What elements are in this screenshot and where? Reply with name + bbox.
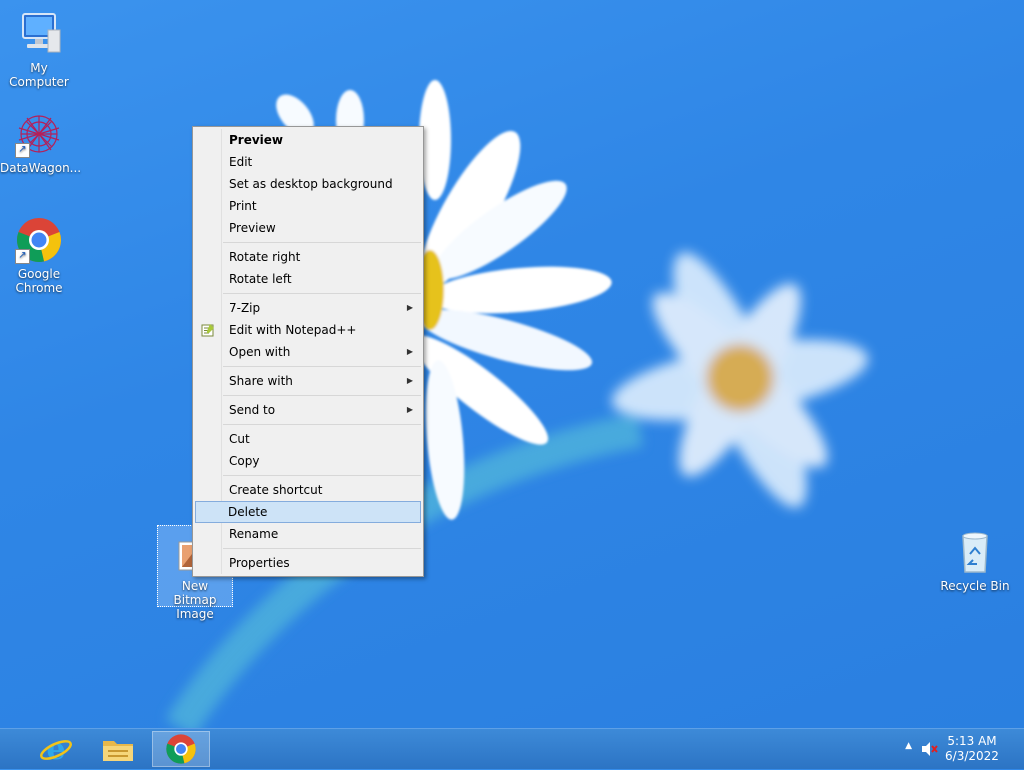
notepad-plus-icon [201, 324, 214, 337]
internet-explorer-icon: e [40, 732, 72, 767]
menu-separator [223, 424, 421, 425]
desktop-icon-recycle-bin[interactable]: Recycle Bin [936, 528, 1014, 593]
menu-item-edit-with-notepad-plus-plus[interactable]: Edit with Notepad++ [195, 319, 421, 341]
system-clock[interactable]: 5:13 AM 6/3/2022 [942, 734, 1002, 764]
menu-item-preview-default[interactable]: Preview [195, 129, 421, 151]
menu-item-label: Open with [229, 345, 291, 359]
show-hidden-icons-button[interactable]: ▲ [905, 741, 912, 751]
clock-date: 6/3/2022 [945, 749, 999, 763]
submenu-arrow-icon: ▶ [406, 376, 413, 385]
wallpaper [165, 80, 869, 728]
desktop-icon-label: My Computer [9, 61, 69, 89]
menu-item-rename[interactable]: Rename [195, 523, 421, 545]
menu-item-label: Share with [229, 374, 293, 388]
desktop-icon-my-computer[interactable]: My Computer [0, 10, 78, 89]
menu-item-copy[interactable]: Copy [195, 450, 421, 472]
menu-item-rotate-left[interactable]: Rotate left [195, 268, 421, 290]
taskbar-file-explorer[interactable] [90, 731, 146, 767]
menu-item-print[interactable]: Print [195, 195, 421, 217]
clock-time: 5:13 AM [947, 734, 997, 748]
menu-item-set-desktop-background[interactable]: Set as desktop background [195, 173, 421, 195]
submenu-arrow-icon: ▶ [406, 405, 413, 414]
chrome-icon: ↗ [15, 216, 63, 264]
menu-separator [223, 293, 421, 294]
menu-item-create-shortcut[interactable]: Create shortcut [195, 479, 421, 501]
taskbar-google-chrome[interactable] [152, 731, 210, 767]
menu-separator [223, 475, 421, 476]
menu-item-share-with[interactable]: Share with ▶ [195, 370, 421, 392]
desktop-icon-label: DataWagon... [0, 161, 82, 175]
svg-text:e: e [46, 732, 65, 767]
menu-separator [223, 366, 421, 367]
menu-item-label: 7-Zip [229, 301, 261, 315]
menu-separator [223, 548, 421, 549]
chrome-icon [166, 734, 196, 764]
submenu-arrow-icon: ▶ [406, 303, 413, 312]
desktop-icon-datawagon[interactable]: ↗ DataWagon... [0, 110, 82, 175]
menu-item-cut[interactable]: Cut [195, 428, 421, 450]
menu-item-send-to[interactable]: Send to ▶ [195, 399, 421, 421]
menu-item-label: Edit with Notepad++ [229, 323, 357, 337]
menu-item-7zip[interactable]: 7-Zip ▶ [195, 297, 421, 319]
menu-separator [223, 242, 421, 243]
shortcut-arrow-icon: ↗ [15, 249, 30, 264]
menu-item-properties[interactable]: Properties [195, 552, 421, 574]
submenu-arrow-icon: ▶ [406, 347, 413, 356]
desktop-icon-label: Google Chrome [15, 267, 63, 295]
menu-item-rotate-right[interactable]: Rotate right [195, 246, 421, 268]
desktop-icon-label: Recycle Bin [940, 579, 1010, 593]
datawagon-icon: ↗ [15, 110, 63, 158]
recycle-bin-icon [951, 528, 999, 576]
menu-separator [223, 395, 421, 396]
menu-item-delete[interactable]: Delete [195, 501, 421, 523]
menu-item-edit[interactable]: Edit [195, 151, 421, 173]
taskbar-internet-explorer[interactable]: e [28, 731, 84, 767]
desktop-icon-google-chrome[interactable]: ↗ Google Chrome [0, 216, 78, 295]
shortcut-arrow-icon: ↗ [15, 143, 30, 158]
context-menu: Preview Edit Set as desktop background P… [192, 126, 424, 577]
menu-item-label: Send to [229, 403, 276, 417]
speaker-muted-icon[interactable] [920, 740, 938, 758]
desktop-icon-label: New Bitmap Image [173, 579, 217, 621]
taskbar: e ▲ 5:13 AM 6/3/2022 [0, 728, 1024, 769]
menu-item-preview[interactable]: Preview [195, 217, 421, 239]
computer-icon [15, 10, 63, 58]
menu-item-open-with[interactable]: Open with ▶ [195, 341, 421, 363]
file-explorer-icon [103, 741, 133, 761]
